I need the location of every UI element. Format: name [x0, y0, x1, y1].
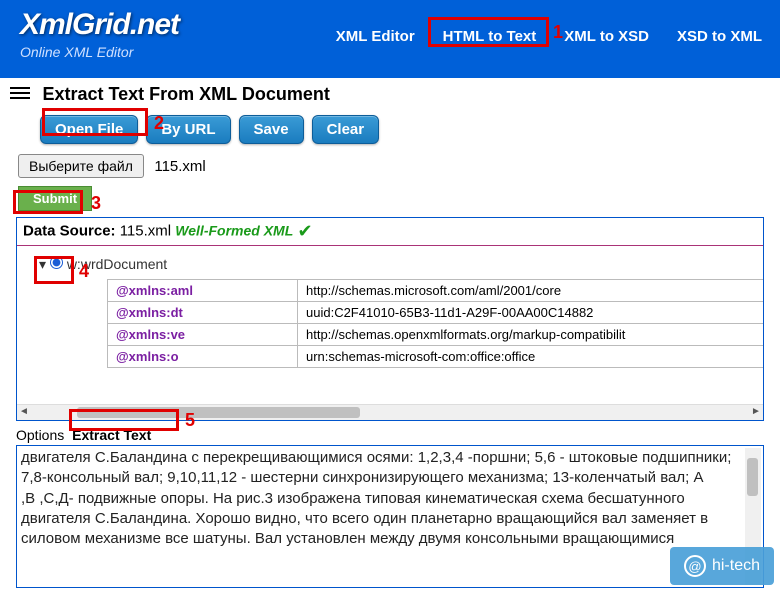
nav-html-to-text[interactable]: HTML to Text: [443, 28, 537, 45]
annotation-num-4: 4: [79, 261, 89, 282]
lower-tabs: Options Extract Text: [16, 427, 764, 443]
collapse-icon[interactable]: ▾: [39, 256, 46, 272]
data-source-label: Data Source:: [23, 222, 116, 239]
scroll-thumb[interactable]: [77, 407, 360, 418]
xml-tree: ▾ w:wrdDocument @xmlns:amlhttp://schemas…: [17, 246, 763, 404]
action-toolbar: Open File By URL Save Clear: [40, 115, 740, 144]
well-formed-status: Well-Formed XML: [175, 222, 293, 238]
nav-xml-editor[interactable]: XML Editor: [336, 28, 415, 45]
table-row: @xmlns:ourn:schemas-microsoft-com:office…: [108, 346, 764, 368]
at-icon: @: [684, 555, 706, 577]
open-file-button[interactable]: Open File: [40, 115, 138, 144]
attr-name[interactable]: @xmlns:o: [108, 346, 298, 368]
data-source-header: Data Source: 115.xml Well-Formed XML ✔: [17, 218, 763, 246]
choose-file-button[interactable]: Выберите файл: [18, 154, 144, 178]
annotation-num-5: 5: [185, 410, 195, 431]
annotation-num-2: 2: [154, 113, 164, 134]
nav-xml-to-xsd[interactable]: XML to XSD: [564, 28, 649, 45]
top-header: XmlGrid.net Online XML Editor XML Editor…: [0, 0, 780, 78]
data-source-panel: Data Source: 115.xml Well-Formed XML ✔ ▾…: [16, 217, 764, 421]
root-suffix: rdDocument: [91, 256, 167, 272]
watermark-badge: @ hi-tech: [670, 547, 774, 585]
scroll-thumb[interactable]: [747, 458, 758, 496]
scroll-right-icon[interactable]: ►: [749, 406, 763, 420]
clear-button[interactable]: Clear: [312, 115, 380, 144]
chosen-filename: 115.xml: [154, 158, 205, 175]
extracted-text[interactable]: двигателя С.Баландина с перекрещивающими…: [19, 448, 761, 586]
attr-name[interactable]: @xmlns:ve: [108, 324, 298, 346]
data-source-file: 115.xml: [120, 222, 171, 239]
watermark-text: hi-tech: [712, 557, 760, 575]
check-icon: ✔: [297, 221, 312, 241]
hamburger-icon[interactable]: [10, 84, 30, 102]
nav-xsd-to-xml[interactable]: XSD to XML: [677, 28, 762, 45]
top-nav: XML Editor HTML to Text XML to XSD XSD t…: [336, 28, 762, 45]
annotation-num-3: 3: [91, 193, 101, 214]
submit-button[interactable]: Submit: [18, 186, 92, 211]
horizontal-scrollbar[interactable]: ◄ ►: [17, 404, 763, 420]
attribute-table: @xmlns:amlhttp://schemas.microsoft.com/a…: [107, 279, 763, 368]
extracted-text-panel: двигателя С.Баландина с перекрещивающими…: [16, 445, 764, 588]
attr-value: urn:schemas-microsoft-com:office:office: [298, 346, 764, 368]
table-row: @xmlns:dtuuid:C2F41010-65B3-11d1-A29F-00…: [108, 302, 764, 324]
annotation-num-1: 1: [553, 22, 563, 43]
root-radio[interactable]: [50, 256, 63, 269]
save-button[interactable]: Save: [239, 115, 304, 144]
tree-root-row[interactable]: ▾ w:wrdDocument: [17, 246, 763, 279]
attr-value: http://schemas.openxmlformats.org/markup…: [298, 324, 764, 346]
scroll-left-icon[interactable]: ◄: [17, 406, 31, 420]
attr-name[interactable]: @xmlns:dt: [108, 302, 298, 324]
tab-extract-text[interactable]: Extract Text: [72, 427, 151, 443]
table-row: @xmlns:amlhttp://schemas.microsoft.com/a…: [108, 280, 764, 302]
file-input-row: Выберите файл 115.xml: [18, 154, 762, 178]
attr-name[interactable]: @xmlns:aml: [108, 280, 298, 302]
attr-value: http://schemas.microsoft.com/aml/2001/co…: [298, 280, 764, 302]
attr-value: uuid:C2F41010-65B3-11d1-A29F-00AA00C1488…: [298, 302, 764, 324]
tab-options[interactable]: Options: [16, 427, 64, 443]
page-title: Extract Text From XML Document: [42, 84, 329, 105]
site-tagline: Online XML Editor: [20, 44, 760, 60]
table-row: @xmlns:vehttp://schemas.openxmlformats.o…: [108, 324, 764, 346]
